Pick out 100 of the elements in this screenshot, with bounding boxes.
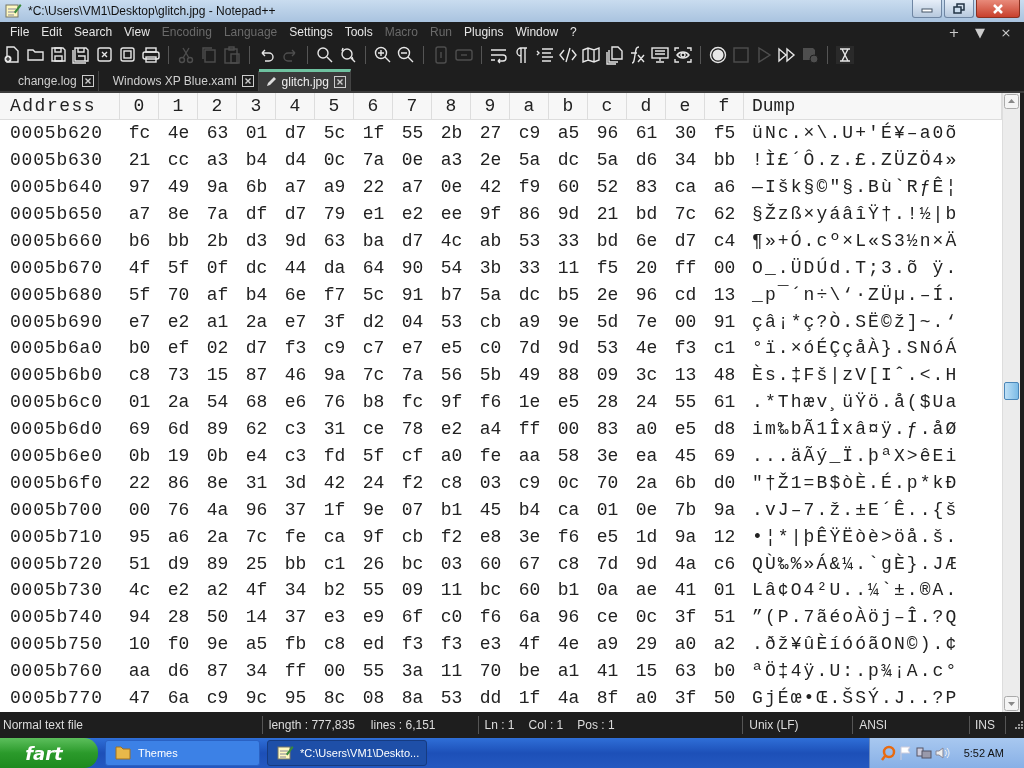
column-header[interactable]: Address <box>0 93 120 120</box>
column-header[interactable]: a <box>510 93 549 120</box>
start-button[interactable]: fart <box>0 738 98 768</box>
taskbar-button[interactable]: Themes <box>105 740 260 766</box>
byte-cell-text: 34 <box>283 579 308 603</box>
map-icon[interactable] <box>581 45 601 65</box>
zoom-in-icon[interactable] <box>373 45 393 65</box>
resize-grip-icon[interactable] <box>1014 720 1024 730</box>
byte-cell-text: 55 <box>400 122 425 146</box>
scroll-down-button[interactable] <box>1004 696 1019 711</box>
close-icon[interactable] <box>333 75 346 88</box>
menu-item[interactable]: ? <box>564 25 583 39</box>
column-header[interactable]: Dump <box>744 93 1002 120</box>
byte-cell-text: 60 <box>517 579 542 603</box>
byte-cell-text: e5 <box>439 337 464 361</box>
network-icon[interactable] <box>915 745 932 761</box>
scrollbar[interactable] <box>1002 93 1020 712</box>
byte-cell-text: 24 <box>361 471 386 495</box>
replace-icon[interactable] <box>338 45 358 65</box>
fast-forward-icon[interactable] <box>777 45 797 65</box>
menu-item[interactable]: Tools <box>338 25 379 39</box>
zoom-out-icon[interactable] <box>396 45 416 65</box>
close-button[interactable] <box>976 0 1020 18</box>
taskbar-button[interactable]: *C:\Users\VM1\Deskto... <box>267 740 427 766</box>
column-header[interactable]: 2 <box>198 93 237 120</box>
byte-cell-text: a4 <box>478 418 503 442</box>
byte-cell-text: 48 <box>712 364 737 388</box>
column-header[interactable]: b <box>549 93 588 120</box>
column-header[interactable]: 1 <box>159 93 198 120</box>
byte-cell-text: 70 <box>595 471 620 495</box>
code-tags-icon[interactable] <box>558 45 578 65</box>
byte-cell-text: 09 <box>595 364 620 388</box>
menu-item[interactable]: View <box>118 25 156 39</box>
record-icon[interactable] <box>708 45 728 65</box>
column-header[interactable]: f <box>705 93 744 120</box>
address-cell-text: 0005b700 <box>9 498 104 522</box>
byte-cell-text: 9e <box>205 633 230 657</box>
byte-cell-text: b4 <box>517 498 542 522</box>
byte-cell-text: 94 <box>127 606 152 630</box>
column-header[interactable]: 8 <box>432 93 471 120</box>
window-title: *C:\Users\VM1\Desktop\glitch.jpg - Notepad++ <box>28 4 277 18</box>
byte-cell-text: 96 <box>556 606 581 630</box>
column-header[interactable]: e <box>666 93 705 120</box>
column-header[interactable]: 9 <box>471 93 510 120</box>
close-file-icon[interactable] <box>95 45 115 65</box>
column-header[interactable]: 3 <box>237 93 276 120</box>
close-all-icon[interactable] <box>118 45 138 65</box>
column-header[interactable]: c <box>588 93 627 120</box>
byte-cell-text: bc <box>478 579 503 603</box>
menu-item[interactable]: Settings <box>283 25 339 39</box>
column-header[interactable]: 4 <box>276 93 315 120</box>
close-tab-button[interactable]: × <box>998 24 1014 40</box>
byte-cell-text: 88 <box>556 364 581 388</box>
restore-icon[interactable] <box>953 2 965 15</box>
monitor-icon[interactable] <box>650 45 670 65</box>
floppy-disks-icon[interactable] <box>72 45 92 65</box>
byte-cell-text: 7a <box>400 364 425 388</box>
indent-guide-icon[interactable] <box>535 45 555 65</box>
byte-cell-text: f3 <box>673 337 698 361</box>
byte-cell-text: 9f <box>478 203 503 226</box>
byte-cell-text: 26 <box>361 552 386 576</box>
column-header[interactable]: d <box>627 93 666 120</box>
byte-cell-text: a1 <box>205 310 230 334</box>
column-header[interactable]: 0 <box>120 93 159 120</box>
column-header[interactable]: 6 <box>354 93 393 120</box>
search-icon[interactable] <box>315 45 335 65</box>
restore-button[interactable] <box>944 0 974 18</box>
menu-item[interactable]: Search <box>68 25 119 39</box>
byte-cell-text: a9 <box>322 176 347 200</box>
eye-icon[interactable] <box>673 45 693 65</box>
byte-cell-text: 03 <box>439 552 464 576</box>
file-tab[interactable]: Windows XP Blue.xaml <box>98 71 259 91</box>
byte-cell-text: c9 <box>205 687 230 711</box>
menu-item[interactable]: Edit <box>35 25 69 39</box>
minimize-button[interactable] <box>912 0 942 18</box>
byte-cell-text: a7 <box>127 203 152 226</box>
byte-cell-text: c9 <box>322 337 347 361</box>
address-cell-text: 0005b750 <box>9 633 104 657</box>
new-tab-button[interactable]: + <box>946 24 962 40</box>
printer-icon[interactable] <box>141 45 161 65</box>
file-tab[interactable]: glitch.jpg <box>258 69 351 91</box>
documents-icon[interactable] <box>604 45 624 65</box>
byte-cell-text: 01 <box>127 391 152 415</box>
address-cell-text: 0005b640 <box>9 176 104 200</box>
clock-label[interactable]: 5:52 AM <box>963 747 1004 759</box>
column-header[interactable]: 5 <box>315 93 354 120</box>
close-icon[interactable] <box>241 75 254 87</box>
byte-cell-text: bd <box>595 229 620 253</box>
menu-item[interactable]: File <box>4 25 36 39</box>
byte-cell-text: 64 <box>361 256 386 280</box>
tab-list-button[interactable]: ▼ <box>972 24 988 40</box>
file-tab[interactable]: change.log <box>4 71 99 91</box>
scroll-up-button[interactable] <box>1004 94 1019 109</box>
menu-item[interactable]: Window <box>509 25 565 39</box>
encoding-label: ANSI <box>859 718 888 732</box>
column-header[interactable]: 7 <box>393 93 432 120</box>
byte-cell-text: bd <box>634 203 659 226</box>
close-icon[interactable] <box>81 75 94 87</box>
menu-item[interactable]: Plugins <box>458 25 510 39</box>
scroll-thumb[interactable] <box>1004 382 1019 400</box>
